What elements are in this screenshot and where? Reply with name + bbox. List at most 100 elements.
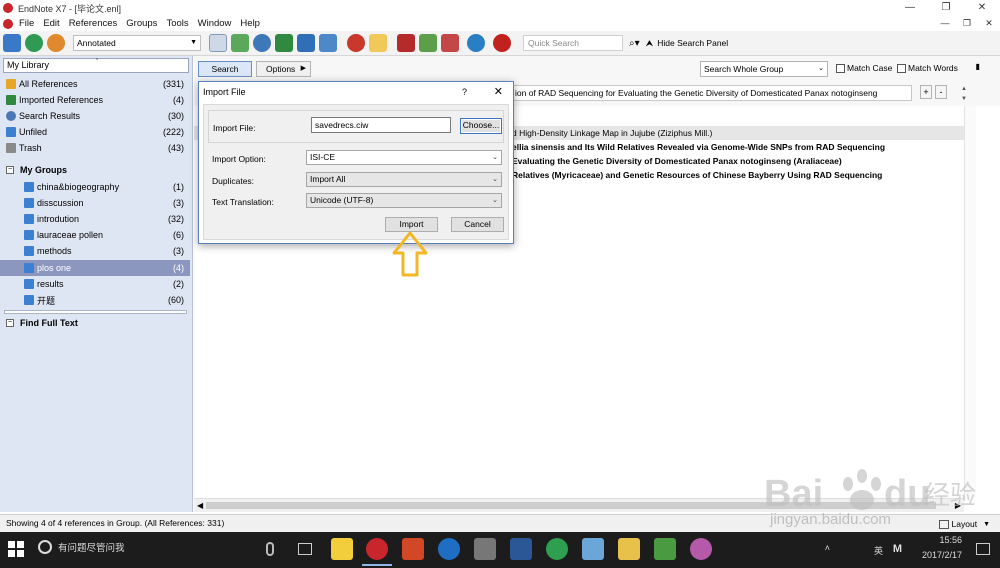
clock-time[interactable]: 15:56 <box>939 535 962 545</box>
close-button[interactable]: ✕ <box>964 0 1000 16</box>
duplicates-select[interactable]: Import All ⌄ <box>306 172 502 187</box>
import-icon[interactable] <box>275 34 293 52</box>
folder-icon[interactable] <box>369 34 387 52</box>
word-icon[interactable] <box>510 538 532 560</box>
collapse-toggle-icon[interactable]: − <box>6 166 14 174</box>
find-full-text-header[interactable]: − Find Full Text <box>0 315 190 331</box>
document-icon[interactable] <box>3 18 13 29</box>
doc-restore-button[interactable]: ❐ <box>956 16 978 31</box>
my-groups-header[interactable]: − My Groups <box>0 162 190 178</box>
search-term-input[interactable]: ion of RAD Sequencing for Evaluating the… <box>512 85 912 101</box>
local-library-mode-icon[interactable] <box>3 34 21 52</box>
group-unfiled[interactable]: Unfiled (222) <box>0 124 190 140</box>
search-button[interactable]: Search <box>198 61 252 77</box>
maximize-button[interactable]: ❐ <box>928 0 964 16</box>
group-imported-references[interactable]: Imported References (4) <box>0 92 190 108</box>
online-search-icon[interactable] <box>253 34 271 52</box>
import-button[interactable]: Import <box>385 217 438 232</box>
group-china-biogeography[interactable]: china&biogeography (1) <box>0 179 190 195</box>
export-icon[interactable] <box>297 34 315 52</box>
hide-search-panel-button[interactable]: ⮝ Hide Search Panel <box>646 38 729 49</box>
quick-search-input[interactable]: Quick Search <box>523 35 623 51</box>
group-disscussion[interactable]: disscussion (3) <box>0 195 190 211</box>
return-to-word-icon[interactable] <box>441 34 459 52</box>
internet-explorer-icon[interactable] <box>438 538 460 560</box>
chrome-icon[interactable] <box>546 538 568 560</box>
scroll-left-icon[interactable]: ◀ <box>197 499 203 512</box>
sticky-notes-icon[interactable] <box>331 538 353 560</box>
options-button[interactable]: Options ▶ <box>256 61 311 77</box>
cancel-button[interactable]: Cancel <box>451 217 504 232</box>
group-results[interactable]: results (2) <box>0 276 190 292</box>
text-translation-select[interactable]: Unicode (UTF-8) ⌄ <box>306 193 502 208</box>
new-reference-icon[interactable] <box>209 34 227 52</box>
import-option-select[interactable]: ISI-CE ⌄ <box>306 150 502 165</box>
search-icon[interactable]: ⌕▾ <box>629 38 640 49</box>
format-bibliography-icon[interactable] <box>419 34 437 52</box>
dialog-close-button[interactable]: ✕ <box>494 82 503 102</box>
ime-indicator[interactable]: 英 <box>874 544 883 557</box>
group-trash[interactable]: Trash (43) <box>0 140 190 156</box>
menu-groups[interactable]: Groups <box>126 18 157 29</box>
folder-icon <box>24 279 34 289</box>
chevron-down-icon: ⌄ <box>492 154 498 161</box>
choose-button[interactable]: Choose... <box>460 118 502 134</box>
remove-search-row-button[interactable]: - <box>935 85 947 99</box>
menu-help[interactable]: Help <box>240 18 260 29</box>
menu-file[interactable]: File <box>19 18 34 29</box>
pin-icon[interactable]: ▮ <box>976 62 980 71</box>
menu-edit[interactable]: Edit <box>43 18 59 29</box>
minimize-button[interactable]: — <box>892 0 928 16</box>
group-plos-one[interactable]: plos one (4) <box>0 260 190 276</box>
integrated-library-mode-icon[interactable] <box>47 34 65 52</box>
group-all-references[interactable]: All References (331) <box>0 76 190 92</box>
cortana-icon <box>38 540 52 554</box>
group-kaiti[interactable]: 开题 (60) <box>0 292 190 308</box>
menu-references[interactable]: References <box>69 18 118 29</box>
chevron-up-icon[interactable]: ˄ <box>825 543 830 553</box>
web-of-science-icon[interactable] <box>347 34 365 52</box>
powerpoint-icon[interactable] <box>402 538 424 560</box>
endnote-taskbar-icon[interactable] <box>362 538 392 566</box>
menu-window[interactable]: Window <box>198 18 232 29</box>
windows-start-icon[interactable] <box>8 541 24 557</box>
cortana-search-box[interactable]: 有问题尽管问我 <box>38 540 125 554</box>
collapse-toggle-icon[interactable]: − <box>6 319 14 327</box>
dialog-help-button[interactable]: ? <box>462 82 467 102</box>
app-icon[interactable] <box>654 538 676 560</box>
match-case-checkbox[interactable]: Match Case <box>836 63 892 73</box>
find-full-text-icon[interactable] <box>231 34 249 52</box>
group-search-results[interactable]: Search Results (30) <box>0 108 190 124</box>
help-icon[interactable] <box>493 34 511 52</box>
output-style-select[interactable]: Annotated ▼ <box>73 35 201 51</box>
group-introdution[interactable]: introdution (32) <box>0 211 190 227</box>
vertical-scrollbar[interactable] <box>964 106 976 498</box>
notification-icon[interactable] <box>976 543 990 555</box>
app-icon[interactable] <box>474 538 496 560</box>
add-search-row-button[interactable]: + <box>920 85 932 99</box>
app-icon[interactable] <box>582 538 604 560</box>
search-scope-select[interactable]: Search Whole Group ⌄ <box>700 61 828 77</box>
menu-tools[interactable]: Tools <box>166 18 188 29</box>
microphone-icon[interactable] <box>266 542 274 556</box>
insert-citation-icon[interactable] <box>397 34 415 52</box>
library-selector[interactable]: My Library ˇ <box>3 58 189 73</box>
title-bar: EndNote X7 - [毕论文.enl] — ❐ ✕ <box>0 0 1000 16</box>
doc-minimize-button[interactable]: — <box>934 16 956 31</box>
chevron-down-icon: ˇ <box>96 59 99 66</box>
group-methods[interactable]: methods (3) <box>0 243 190 259</box>
endnote-app-icon <box>3 3 13 13</box>
app-icon[interactable] <box>690 538 712 560</box>
clock-date[interactable]: 2017/2/17 <box>922 550 962 560</box>
task-view-icon[interactable] <box>298 543 312 555</box>
online-search-mode-icon[interactable] <box>25 34 43 52</box>
search-rows-scroll[interactable]: ▲ ▼ <box>958 84 970 106</box>
doc-close-button[interactable]: ✕ <box>978 16 1000 31</box>
file-explorer-icon[interactable] <box>618 538 640 560</box>
import-file-field[interactable]: savedrecs.ciw <box>311 117 451 133</box>
sync-icon[interactable] <box>467 34 485 52</box>
ime-mode-indicator[interactable]: M <box>893 543 902 555</box>
match-words-checkbox[interactable]: Match Words <box>897 63 958 73</box>
group-lauraceae-pollen[interactable]: lauraceae pollen (6) <box>0 227 190 243</box>
open-link-icon[interactable] <box>319 34 337 52</box>
